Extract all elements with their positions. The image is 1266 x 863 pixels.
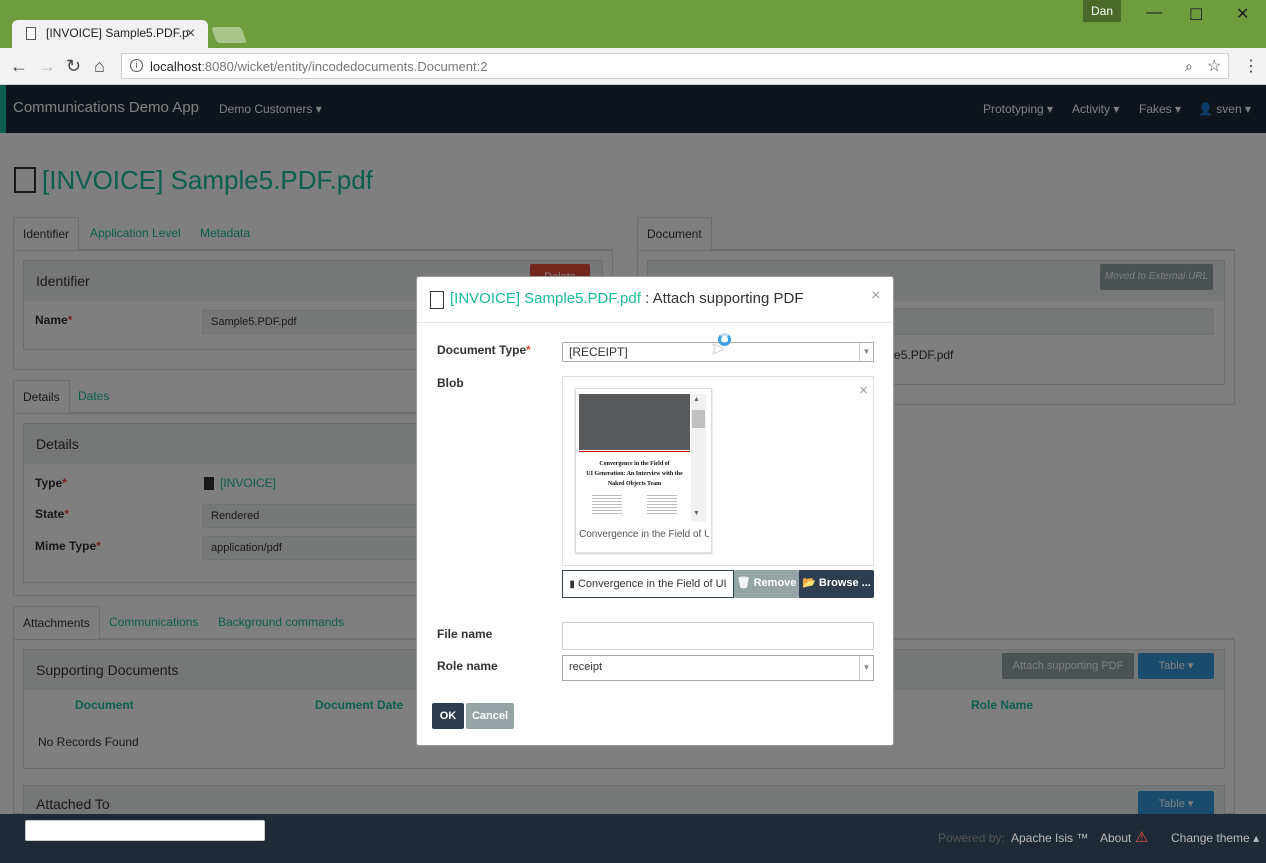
- remove-file-button[interactable]: 🗑 Remove: [734, 570, 799, 598]
- browser-user-badge[interactable]: Dan: [1083, 0, 1121, 22]
- forward-icon[interactable]: →: [38, 56, 56, 77]
- thumb-title-line-2: UI Generation: An Interview with the: [586, 471, 683, 477]
- warning-icon: ⚠: [1135, 829, 1149, 846]
- bookmark-star-icon[interactable]: ☆: [1207, 56, 1221, 76]
- url-text: localhost:8080/wicket/entity/incodedocum…: [150, 59, 488, 74]
- blob-label: Blob: [437, 376, 464, 390]
- reload-icon[interactable]: ↻: [66, 56, 81, 77]
- role-name-label: Role name: [437, 659, 498, 673]
- powered-by-text: Powered by:: [938, 831, 1005, 845]
- footer-select[interactable]: [25, 820, 265, 841]
- browser-menu-icon[interactable]: ⋮: [1243, 56, 1259, 76]
- file-name-input[interactable]: [562, 622, 874, 650]
- trash-icon: 🗑: [736, 577, 751, 589]
- file-name-label: File name: [437, 627, 493, 641]
- loading-spinner-icon: [718, 333, 731, 346]
- tab-close-icon[interactable]: ×: [186, 25, 195, 43]
- minimize-icon[interactable]: —: [1146, 4, 1162, 22]
- close-window-icon[interactable]: ✕: [1236, 4, 1249, 24]
- document-type-label: Document Type*: [437, 343, 531, 357]
- modal-separator: [417, 322, 893, 323]
- thumb-authors: [579, 493, 690, 515]
- modal-title: [INVOICE] Sample5.PDF.pdf : Attach suppo…: [450, 290, 804, 307]
- change-theme-link[interactable]: Change theme ▴: [1171, 831, 1259, 845]
- maximize-icon[interactable]: ☐: [1189, 5, 1203, 25]
- cancel-button[interactable]: Cancel: [466, 703, 514, 729]
- tab-document-icon: [26, 27, 36, 40]
- browse-file-button[interactable]: 📂 Browse ...: [799, 570, 874, 598]
- role-name-select[interactable]: receipt ▼: [562, 655, 874, 681]
- zoom-icon[interactable]: ⌕: [1185, 58, 1193, 75]
- modal-title-link[interactable]: [INVOICE] Sample5.PDF.pdf: [450, 290, 641, 307]
- browser-tab[interactable]: [INVOICE] Sample5.PDF.p: [12, 20, 208, 48]
- new-tab-button[interactable]: [211, 27, 247, 43]
- folder-icon: 📂: [802, 577, 816, 589]
- pdf-preview-page: Convergence in the Field of UI Generatio…: [579, 394, 690, 522]
- thumb-title-line-1: Convergence in the Field of: [599, 461, 670, 467]
- back-icon[interactable]: ←: [10, 56, 28, 77]
- info-icon[interactable]: i: [130, 59, 143, 72]
- chevron-down-icon: ▼: [859, 343, 873, 361]
- thumb-title-line-3: Naked Objects Team: [607, 481, 662, 487]
- selected-file-display: ▮ Convergence in the Field of UI: [562, 570, 734, 598]
- ok-button[interactable]: OK: [432, 703, 464, 729]
- chevron-down-icon: ▼: [859, 656, 873, 680]
- blob-clear-icon[interactable]: ×: [859, 382, 868, 399]
- preview-scrollbar[interactable]: ▲ ▼: [691, 394, 706, 522]
- about-link[interactable]: About: [1100, 831, 1131, 845]
- apache-isis-link[interactable]: Apache Isis ™: [1011, 831, 1088, 845]
- thumbnail-caption: Convergence in the Field of UI G...: [579, 529, 709, 540]
- modal-close-icon[interactable]: ×: [871, 287, 880, 305]
- home-icon[interactable]: ⌂: [94, 56, 105, 77]
- modal-pdf-icon: [430, 291, 444, 309]
